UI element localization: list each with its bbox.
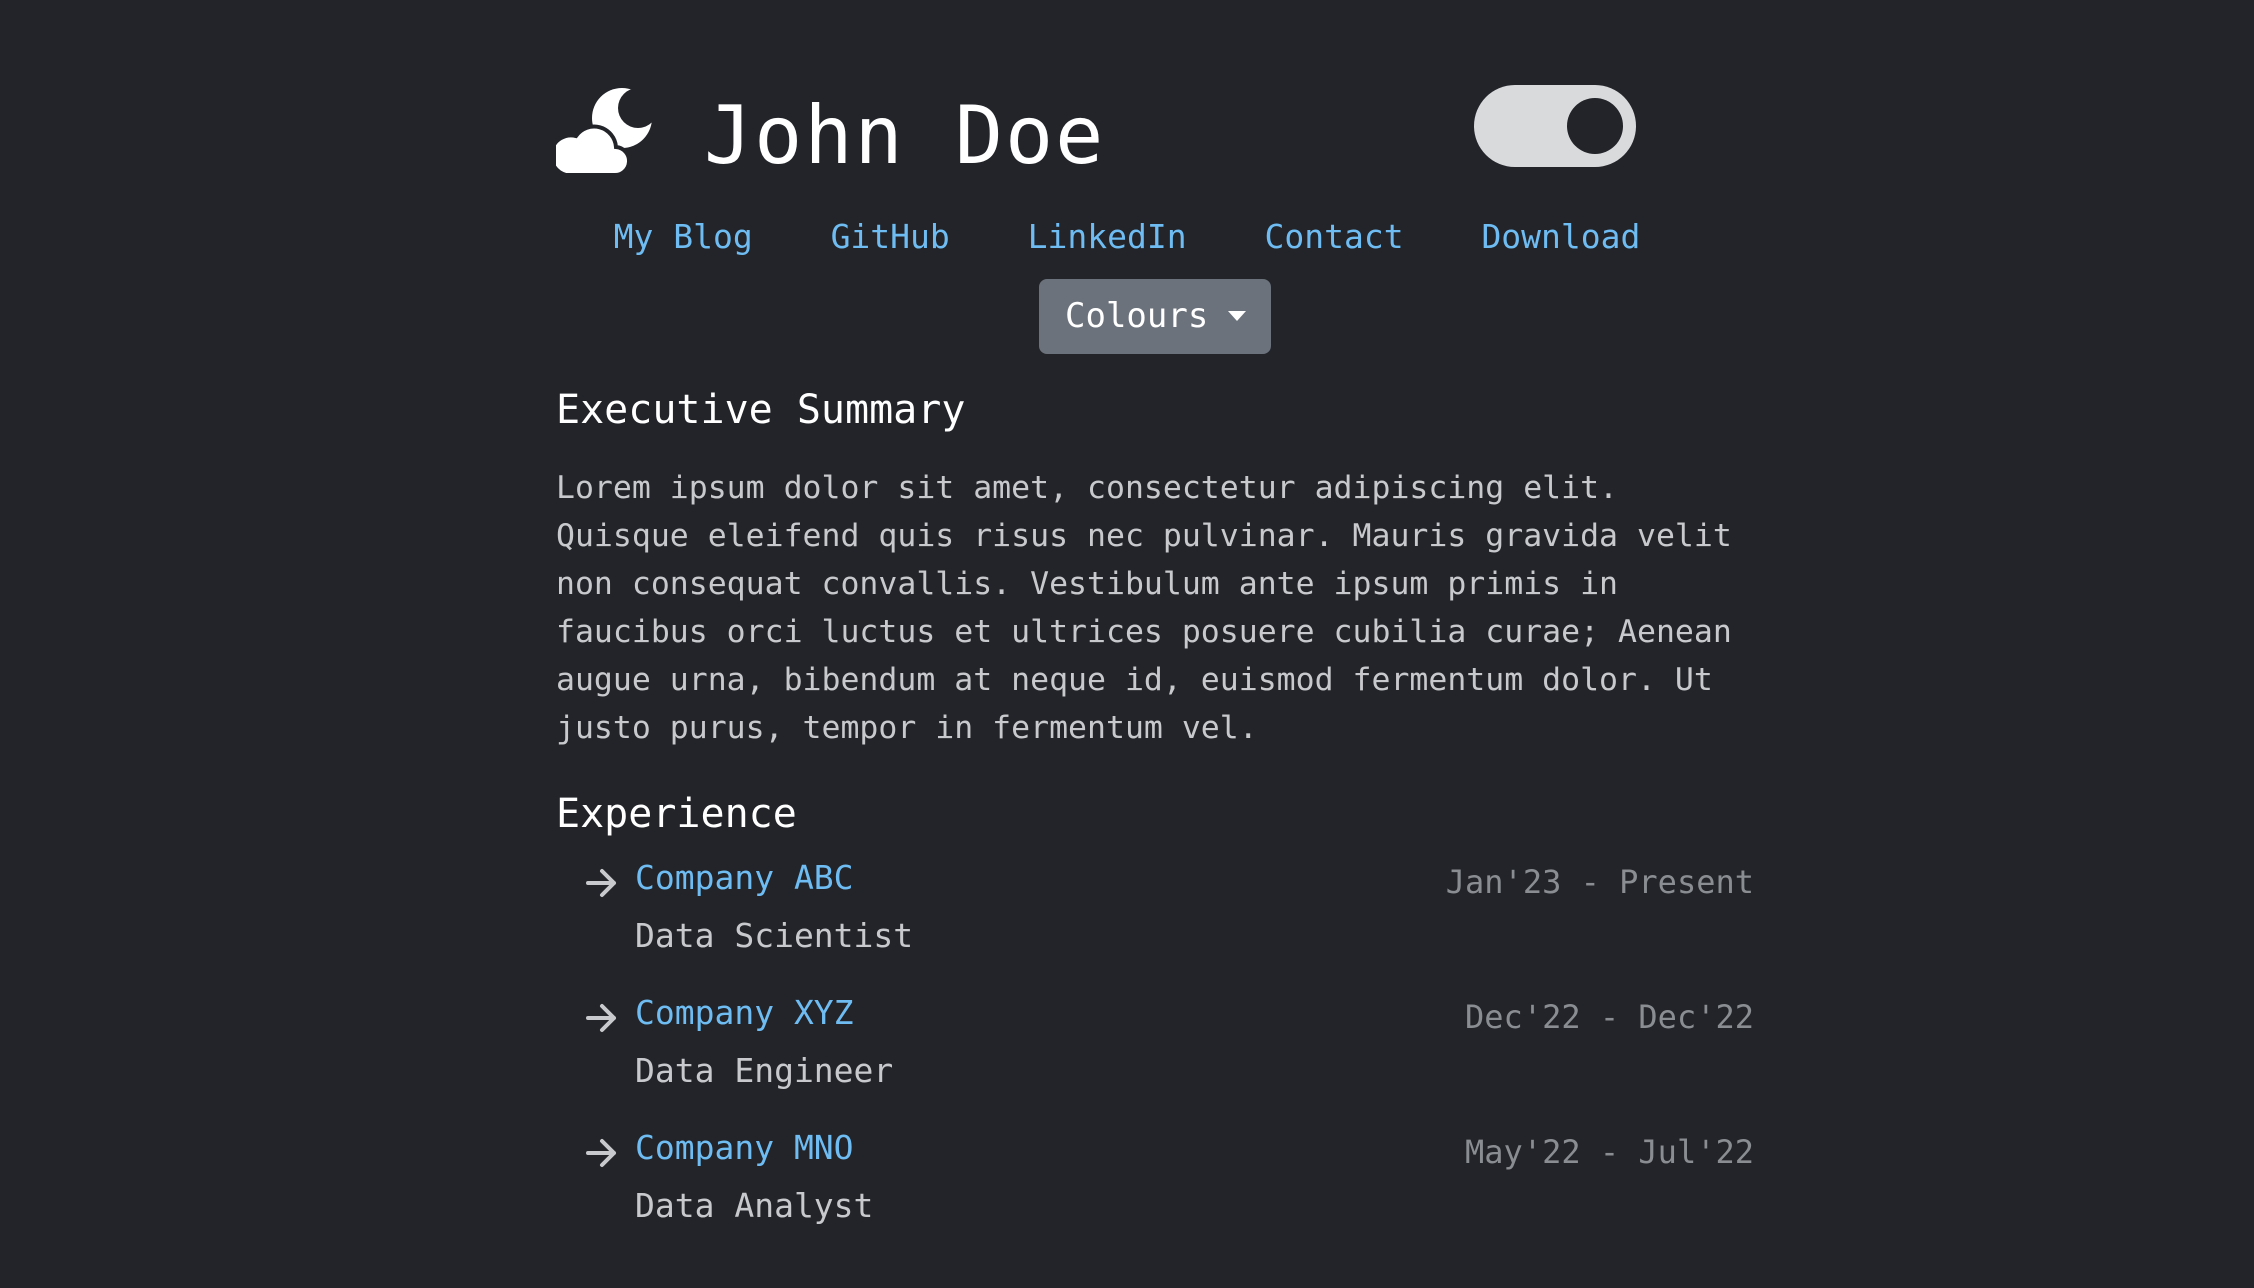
nav-link-github[interactable]: GitHub [831,213,950,261]
site-title: John Doe [704,89,1106,182]
cloud-moon-icon [556,88,652,176]
site-header: John Doe [556,80,1636,190]
company-link[interactable]: Company ABC [635,854,854,902]
arrow-right-icon [586,869,616,897]
experience-heading: Experience [556,791,797,837]
main-nav: My Blog GitHub LinkedIn Contact Download [0,213,2254,261]
main-content: Executive Summary Lorem ipsum dolor sit … [556,370,1756,1259]
job-dates: Jan'23 - Present [1445,863,1754,901]
job-dates: Dec'22 - Dec'22 [1465,998,1754,1036]
toggle-knob[interactable] [1567,98,1623,154]
experience-list: Company ABC Data Scientist Jan'23 - Pres… [556,854,1756,1259]
arrow-right-icon [586,1004,616,1032]
nav-link-blog[interactable]: My Blog [614,213,753,261]
colours-dropdown-label: Colours [1065,296,1209,336]
job-role: Data Scientist [635,916,914,955]
page: John Doe My Blog GitHub LinkedIn Contact… [0,0,2254,1288]
executive-summary-heading: Executive Summary [556,387,966,433]
company-link[interactable]: Company MNO [635,1124,854,1172]
nav-link-linkedin[interactable]: LinkedIn [1028,213,1187,261]
experience-item: Company XYZ Data Engineer Dec'22 - Dec'2… [556,989,1756,1124]
job-dates: May'22 - Jul'22 [1465,1133,1754,1171]
job-role: Data Engineer [635,1051,894,1090]
company-link[interactable]: Company XYZ [635,989,854,1037]
nav-link-download[interactable]: Download [1481,213,1640,261]
job-role: Data Analyst [635,1186,874,1225]
caret-down-icon [1228,311,1246,321]
arrow-right-icon [586,1139,616,1167]
experience-item: Company MNO Data Analyst May'22 - Jul'22 [556,1124,1756,1259]
nav-link-contact[interactable]: Contact [1264,213,1403,261]
experience-item: Company ABC Data Scientist Jan'23 - Pres… [556,854,1756,989]
executive-summary-text: Lorem ipsum dolor sit amet, consectetur … [556,470,1732,746]
theme-toggle[interactable] [1474,85,1636,167]
colours-dropdown-button[interactable]: Colours [1039,279,1271,354]
